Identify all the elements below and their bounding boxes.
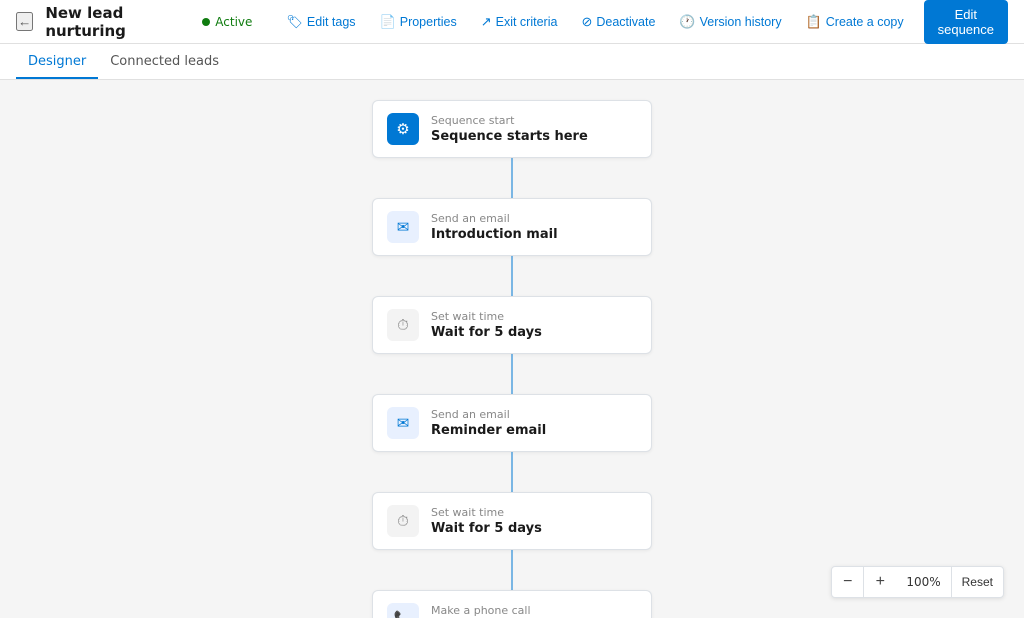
zoom-in-button[interactable]: + [864,567,896,597]
send-email-2-content: Send an email Reminder email [431,408,637,438]
flow-card-send-email-2[interactable]: ✉ Send an email Reminder email [372,394,652,452]
status-label: Active [215,15,252,29]
edit-tags-label: Edit tags [307,15,356,29]
back-icon: ← [18,14,31,29]
flow-card-sequence-start[interactable]: ⚙ Sequence start Sequence starts here [372,100,652,158]
sequence-start-label: Sequence start [431,114,637,127]
page-title: New lead nurturing [45,4,182,40]
connector-2 [511,256,513,296]
send-email-2-title: Reminder email [431,423,637,438]
zoom-controls: − + 100% Reset [831,566,1004,598]
app-header: ← New lead nurturing Active 🏷 Edit tags … [0,0,1024,44]
exit-criteria-button[interactable]: ↗ Exit criteria [471,9,568,35]
wait-2-title: Wait for 5 days [431,521,637,536]
sequence-start-title: Sequence starts here [431,129,637,144]
tab-connected-leads[interactable]: Connected leads [98,46,231,79]
zoom-value: 100% [896,567,951,597]
flow-card-wait-2[interactable]: ⏱ Set wait time Wait for 5 days [372,492,652,550]
connector-4 [511,452,513,492]
deactivate-label: Deactivate [596,15,655,29]
back-button[interactable]: ← [16,12,33,31]
tab-designer[interactable]: Designer [16,46,98,79]
deactivate-icon: ⊘ [581,14,592,30]
create-copy-button[interactable]: 📋 Create a copy [796,9,914,35]
sub-nav: Designer Connected leads [0,44,1024,80]
flow-canvas: ⚙ Sequence start Sequence starts here ✉ … [0,80,1024,618]
version-history-button[interactable]: 🕐 Version history [669,9,791,35]
flow-card-send-email-1[interactable]: ✉ Send an email Introduction mail [372,198,652,256]
exit-icon: ↗ [481,14,492,30]
status-badge: Active [202,15,252,29]
connector-1 [511,158,513,198]
flow-card-phone-call[interactable]: 📞 Make a phone call Call customer [372,590,652,618]
wait-1-title: Wait for 5 days [431,325,637,340]
phone-icon: 📞 [387,603,419,618]
zoom-out-button[interactable]: − [832,567,864,597]
email-icon-2: ✉ [387,407,419,439]
properties-label: Properties [400,15,457,29]
sequence-start-icon: ⚙ [387,113,419,145]
connector-3 [511,354,513,394]
send-email-1-title: Introduction mail [431,227,637,242]
send-email-1-label: Send an email [431,212,637,225]
document-icon: 📄 [380,14,396,30]
phone-call-content: Make a phone call Call customer [431,604,637,618]
flow-card-wait-1[interactable]: ⏱ Set wait time Wait for 5 days [372,296,652,354]
tag-icon: 🏷 [286,14,303,30]
connector-5 [511,550,513,590]
email-icon-1: ✉ [387,211,419,243]
wait-2-content: Set wait time Wait for 5 days [431,506,637,536]
zoom-reset-button[interactable]: Reset [952,567,1003,597]
edit-tags-button[interactable]: 🏷 Edit tags [276,9,365,35]
history-icon: 🕐 [679,14,695,30]
wait-1-label: Set wait time [431,310,637,323]
exit-criteria-label: Exit criteria [496,15,558,29]
deactivate-button[interactable]: ⊘ Deactivate [571,9,665,35]
copy-icon: 📋 [806,14,822,30]
properties-button[interactable]: 📄 Properties [370,9,467,35]
send-email-2-label: Send an email [431,408,637,421]
status-dot [202,18,210,26]
phone-call-label: Make a phone call [431,604,637,617]
sequence-start-content: Sequence start Sequence starts here [431,114,637,144]
edit-sequence-button[interactable]: Edit sequence [924,0,1008,44]
wait-1-content: Set wait time Wait for 5 days [431,310,637,340]
header-actions: 🏷 Edit tags 📄 Properties ↗ Exit criteria… [276,0,1008,44]
send-email-1-content: Send an email Introduction mail [431,212,637,242]
version-history-label: Version history [700,15,782,29]
wait-2-label: Set wait time [431,506,637,519]
wait-icon-2: ⏱ [387,505,419,537]
wait-icon-1: ⏱ [387,309,419,341]
create-copy-label: Create a copy [826,15,904,29]
flow-container: ⚙ Sequence start Sequence starts here ✉ … [0,100,1024,618]
